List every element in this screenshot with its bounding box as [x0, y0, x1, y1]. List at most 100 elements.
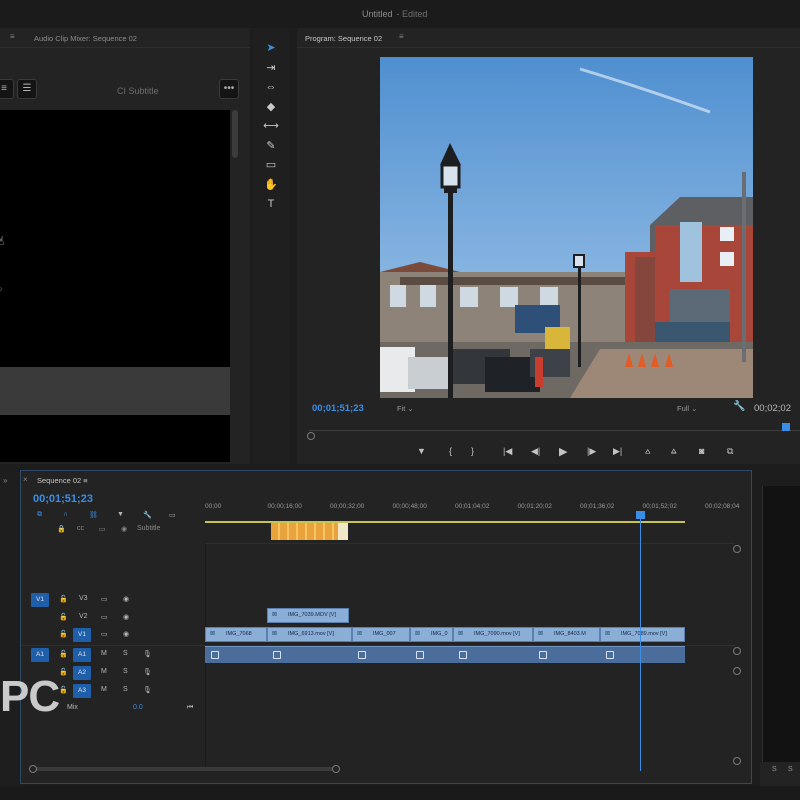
v1-clip[interactable]: ⊠ IMG_6913.mov [V] — [267, 627, 352, 642]
lock-icon[interactable]: 🔓 — [59, 668, 68, 676]
mute-icon[interactable]: M — [101, 650, 107, 657]
razor-tool-icon[interactable]: ◆ — [263, 99, 279, 115]
meter-solo-left[interactable]: S — [772, 766, 777, 773]
vscroll-top-handle[interactable] — [733, 545, 741, 553]
linked-selection-icon[interactable]: ⛓ — [89, 511, 98, 519]
scrub-start-handle[interactable] — [307, 432, 315, 440]
track-label-v2[interactable]: V2 — [79, 613, 88, 620]
export-frame-icon[interactable]: ◙ — [699, 446, 704, 456]
lock-icon[interactable]: 🔓 — [59, 595, 68, 603]
a1-clip[interactable] — [410, 646, 453, 663]
sync-icon[interactable]: ▭ — [99, 525, 106, 533]
tab-sequence[interactable]: Sequence 02 ≡ — [37, 476, 88, 485]
program-tab-menu-icon[interactable]: ≡ — [399, 32, 404, 41]
track-label-a3[interactable]: A3 — [73, 684, 91, 698]
track-label-v1[interactable]: V1 — [73, 628, 91, 642]
v2-clip[interactable]: ⊠ IMG_7039.MOV [V] — [267, 608, 349, 623]
track-select-tool-icon[interactable]: ⇥ — [263, 60, 279, 76]
ripple-edit-tool-icon[interactable]: ⇔ — [263, 79, 279, 95]
eye-icon[interactable]: ◉ — [121, 525, 127, 533]
center-align-icon[interactable]: ☰ — [17, 79, 37, 99]
tab-audio-clip-mixer[interactable]: Audio Clip Mixer: Sequence 02 — [34, 34, 137, 43]
mark-out-icon[interactable]: } — [471, 446, 474, 456]
program-scrubber[interactable] — [307, 423, 800, 440]
eye-icon[interactable]: ◉ — [123, 613, 129, 621]
resolution-select[interactable]: Full ⌄ — [677, 404, 697, 413]
cc-icon[interactable]: cc — [77, 525, 84, 532]
time-ruler[interactable]: 00;00 00;00;16;00 00;00;32;00 00;00;48;00 00… — [205, 501, 739, 521]
source-monitor[interactable]: ☝ ◌ — [0, 110, 230, 462]
solo-icon[interactable]: S — [123, 686, 128, 693]
track-label-a1[interactable]: A1 — [73, 648, 91, 662]
mic-icon[interactable]: 🎙 — [143, 650, 152, 658]
v1-clip[interactable]: ⊠ IMG_0 — [410, 627, 453, 642]
timeline-horizontal-scrollbar[interactable] — [31, 767, 336, 771]
sync-lock-icon[interactable]: ▭ — [101, 595, 108, 603]
lock-icon[interactable]: 🔓 — [59, 686, 68, 694]
timeline-close-icon[interactable]: × — [23, 475, 28, 484]
sync-lock-icon[interactable]: ▭ — [101, 613, 108, 621]
vscroll2-bottom-handle[interactable] — [733, 757, 741, 765]
a1-clip[interactable] — [600, 646, 685, 663]
a1-clip[interactable] — [533, 646, 600, 663]
go-to-in-icon[interactable]: |◀ — [503, 446, 512, 457]
go-to-out-icon[interactable]: ▶| — [613, 446, 622, 457]
v1-clip[interactable]: ⊠ IMG_007 — [352, 627, 410, 642]
a1-clip[interactable] — [352, 646, 410, 663]
solo-icon[interactable]: S — [123, 650, 128, 657]
lock-icon[interactable]: 🔒 — [57, 525, 66, 533]
mix-end-icon[interactable]: ⏮ — [187, 704, 193, 712]
mic-icon[interactable]: 🎙 — [143, 668, 152, 676]
wrench-icon[interactable]: 🔧 — [733, 401, 745, 412]
source-patch-v1[interactable]: V1 — [31, 593, 49, 607]
hand-tool-icon[interactable]: ✋ — [263, 177, 279, 193]
a1-clip[interactable] — [267, 646, 352, 663]
v1-clip[interactable]: ⊠ IMG_7090.mov [V] — [453, 627, 533, 642]
slip-tool-icon[interactable]: ⟷ — [263, 118, 279, 134]
mark-in-icon[interactable]: { — [449, 446, 452, 456]
audio-keyframe-icon[interactable] — [606, 651, 614, 659]
hscroll-right-handle[interactable] — [332, 765, 340, 773]
button-editor-icon[interactable]: ⧉ — [727, 446, 733, 457]
audio-keyframe-icon[interactable] — [273, 651, 281, 659]
vscroll2-top-handle[interactable] — [733, 667, 741, 675]
eye-icon[interactable]: ◉ — [123, 595, 129, 603]
mix-volume-value[interactable]: 0.0 — [133, 704, 143, 711]
lock-icon[interactable]: 🔓 — [59, 630, 68, 638]
step-back-icon[interactable]: ◀| — [531, 446, 540, 457]
program-current-timecode[interactable]: 00;01;51;23 — [312, 403, 364, 414]
step-forward-icon[interactable]: |▶ — [587, 446, 596, 457]
vscroll-bottom-handle[interactable] — [733, 647, 741, 655]
project-panel-menu-icon[interactable]: » — [3, 476, 7, 485]
nest-icon[interactable]: ⧉ — [37, 511, 42, 519]
program-playhead-marker[interactable] — [782, 423, 790, 431]
audio-keyframe-icon[interactable] — [416, 651, 424, 659]
add-marker-timeline-icon[interactable]: ▼ — [117, 511, 124, 518]
align-icon[interactable]: ≡ — [0, 79, 14, 99]
timeline-settings-icon[interactable]: 🔧 — [143, 511, 152, 519]
mute-icon[interactable]: M — [101, 668, 107, 675]
add-marker-icon[interactable]: ▼ — [417, 446, 426, 456]
source-scrollbar[interactable] — [232, 110, 238, 158]
captions-icon[interactable]: ▭ — [169, 511, 176, 519]
meter-solo-right[interactable]: S — [788, 766, 793, 773]
program-video-frame[interactable] — [380, 57, 753, 398]
v1-clip[interactable]: ⊠ IMG_7068 — [205, 627, 267, 642]
snap-icon[interactable]: ∩ — [63, 511, 68, 518]
audio-keyframe-icon[interactable] — [211, 651, 219, 659]
eye-icon[interactable]: ◉ — [123, 630, 129, 638]
lock-icon[interactable]: 🔓 — [59, 613, 68, 621]
extract-icon[interactable]: ⩠ — [671, 446, 676, 457]
audio-keyframe-icon[interactable] — [358, 651, 366, 659]
hscroll-left-handle[interactable] — [29, 765, 37, 773]
a1-clip[interactable] — [453, 646, 533, 663]
mute-icon[interactable]: M — [101, 686, 107, 693]
source-patch-a1[interactable]: A1 — [31, 648, 49, 662]
lift-icon[interactable]: ⩟ — [645, 446, 650, 457]
timeline-timecode[interactable]: 00;01;51;23 — [33, 493, 93, 505]
solo-icon[interactable]: S — [123, 668, 128, 675]
tab-menu-icon[interactable]: ≡ — [10, 32, 15, 41]
a1-clip[interactable] — [205, 646, 267, 663]
audio-keyframe-icon[interactable] — [539, 651, 547, 659]
play-icon[interactable]: ▶ — [559, 445, 567, 458]
